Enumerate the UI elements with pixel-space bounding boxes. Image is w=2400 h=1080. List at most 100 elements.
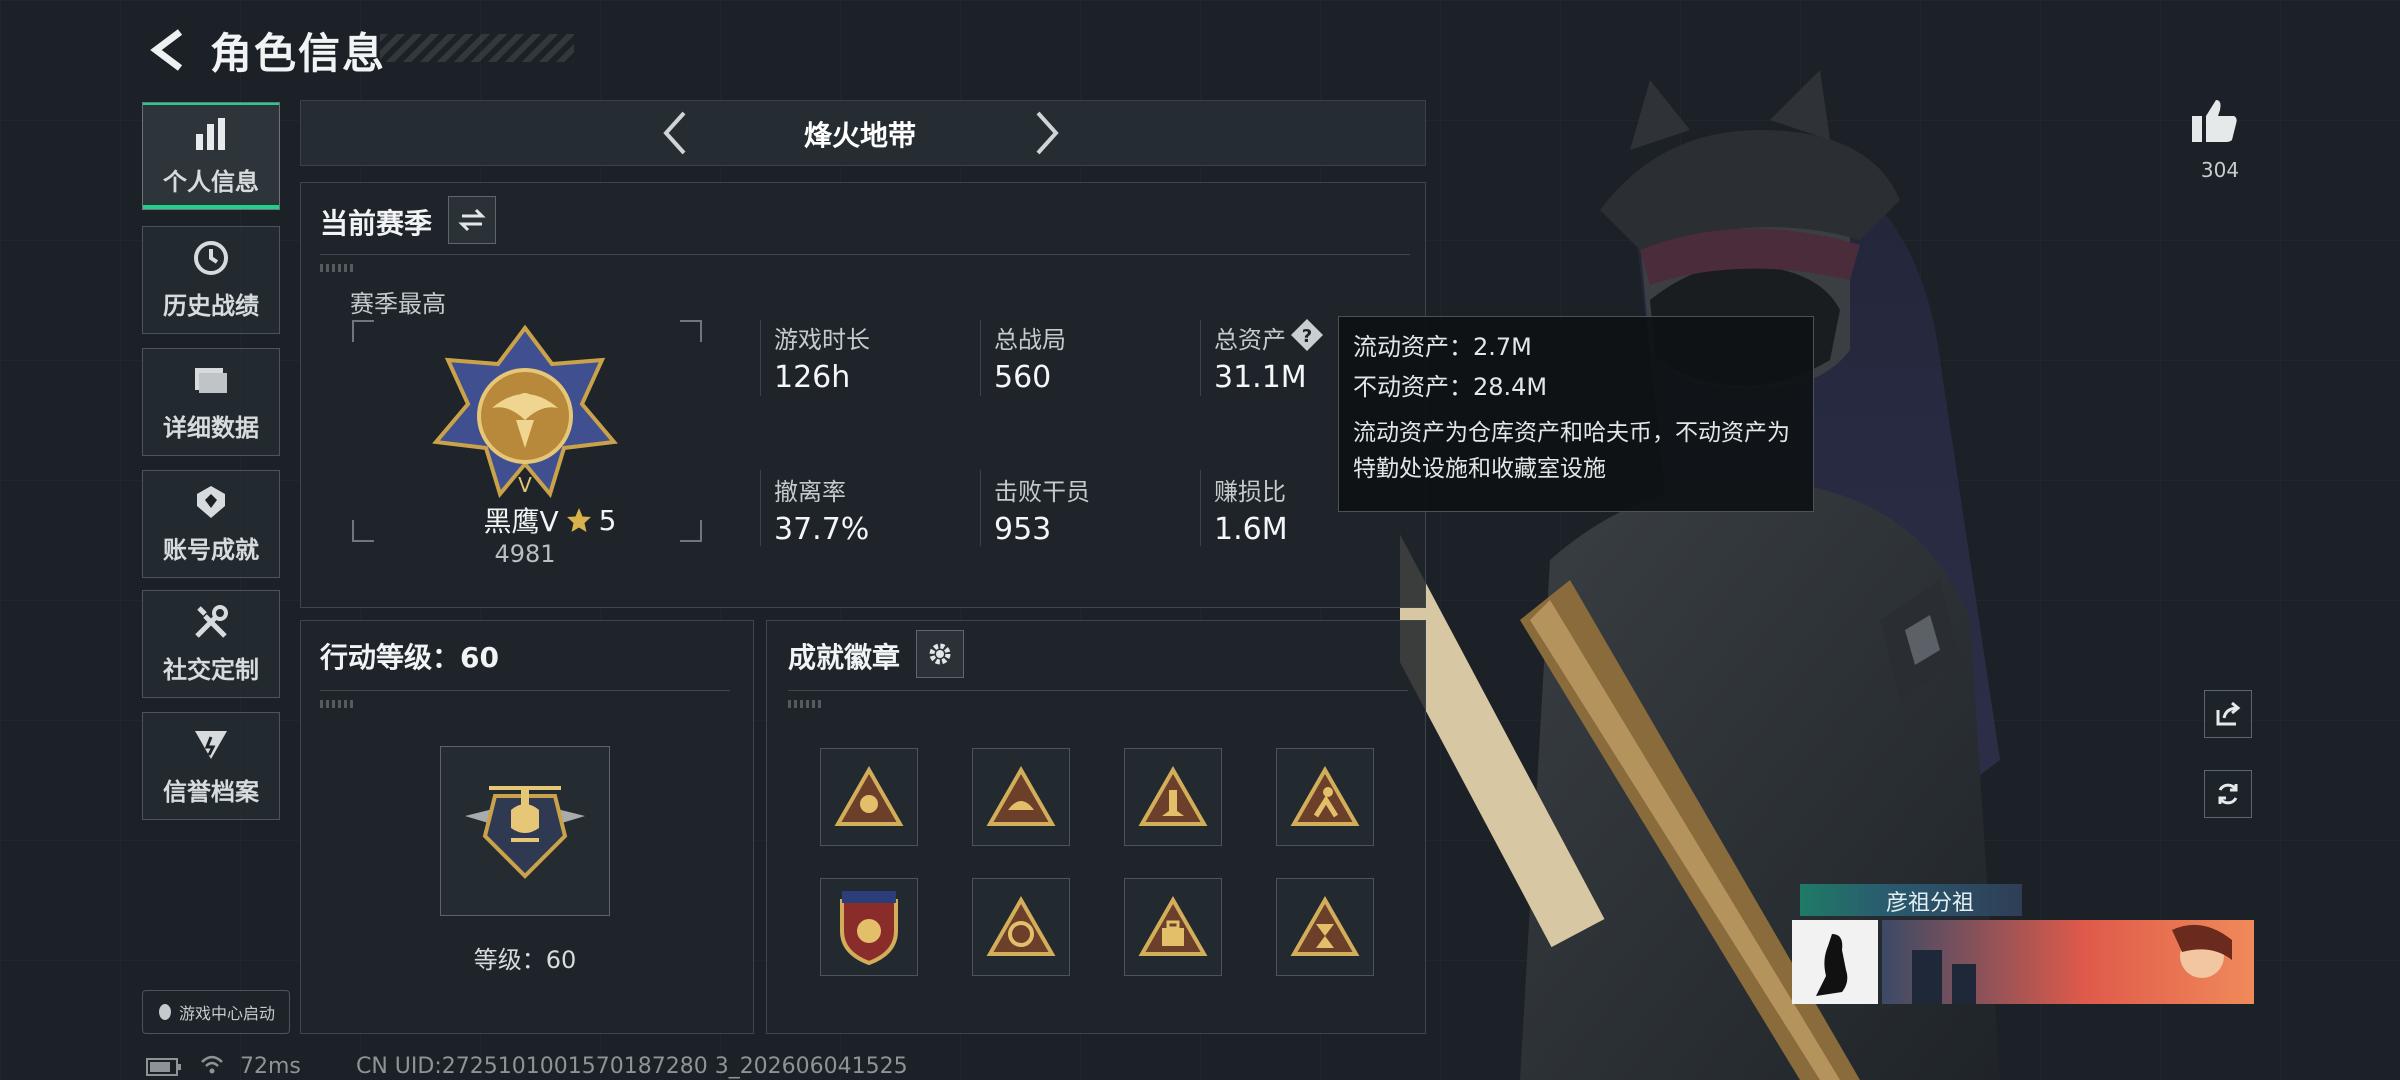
- badge-slot[interactable]: [820, 748, 918, 846]
- svg-text:?: ?: [1302, 326, 1312, 347]
- sidebar-item-history[interactable]: 历史战绩: [142, 226, 280, 334]
- badge-slot[interactable]: [1124, 878, 1222, 976]
- sidebar-item-reputation[interactable]: 信誉档案: [142, 712, 280, 820]
- season-best-label: 赛季最高: [350, 290, 446, 318]
- badge-section-title: 成就徽章: [788, 641, 901, 674]
- badge-hourglass-icon: [1290, 896, 1360, 956]
- stat-divider: [980, 470, 981, 546]
- folder-data-icon: [193, 362, 229, 398]
- refresh-button[interactable]: [2204, 770, 2252, 818]
- badge-chef-icon: [834, 766, 904, 826]
- sidebar-item-label: 详细数据: [163, 413, 259, 442]
- rank-name: 黑鹰Ⅴ: [483, 505, 559, 538]
- level-divider: [320, 690, 730, 691]
- level-dots: [320, 700, 356, 708]
- badge-shield-icon: [840, 891, 898, 966]
- sidebar-item-label: 信誉档案: [163, 777, 259, 806]
- stat-extract-rate-value: 37.7%: [774, 512, 870, 547]
- stat-assets-label: 总资产: [1214, 326, 1286, 354]
- season-section-title: 当前赛季: [320, 207, 433, 240]
- game-center-launch-button[interactable]: 游戏中心启动: [142, 990, 290, 1034]
- sidebar-item-profile[interactable]: 个人信息: [142, 102, 280, 210]
- refresh-icon: [2218, 783, 2238, 805]
- badge-slot[interactable]: [1124, 748, 1222, 846]
- tooltip-liquid-assets: 流动资产：2.7M: [1353, 333, 1532, 361]
- stat-profit-ratio-value: 1.6M: [1214, 512, 1288, 547]
- badge-missile-icon: [1138, 766, 1208, 826]
- uid-text: CN UID:2725101001570187280 3_20260604152…: [356, 1054, 908, 1079]
- stat-divider: [760, 470, 761, 546]
- season-switch-button[interactable]: [448, 196, 496, 244]
- stat-profit-ratio-label: 赚损比: [1214, 478, 1286, 506]
- stat-matches-label: 总战局: [994, 326, 1066, 354]
- stat-kills-label: 击败干员: [994, 478, 1090, 506]
- back-button[interactable]: [140, 22, 196, 78]
- sidebar-item-label: 社交定制: [163, 655, 259, 684]
- badge-settings-button[interactable]: [916, 630, 964, 678]
- badge-bag-icon: [1138, 896, 1208, 956]
- badge-dots: [788, 700, 824, 708]
- rank-emblem-icon: V: [432, 324, 618, 499]
- sidebar-item-social[interactable]: 社交定制: [142, 590, 280, 698]
- help-icon[interactable]: ?: [1290, 318, 1324, 352]
- gear-icon: [929, 643, 951, 665]
- star-icon: [566, 508, 591, 532]
- rank-name-row: 黑鹰Ⅴ 5: [450, 500, 650, 540]
- chevron-right-icon: [1036, 111, 1059, 155]
- badge-scale-icon: [986, 896, 1056, 956]
- like-count: 304: [2200, 158, 2240, 182]
- assets-tooltip: 流动资产：2.7M 不动资产：28.4M 流动资产为仓库资产和哈夫币，不动资产为…: [1338, 316, 1814, 512]
- tooltip-fixed-assets: 不动资产：28.4M: [1353, 373, 1548, 401]
- sidebar-item-achievements[interactable]: 账号成就: [142, 470, 280, 578]
- stat-divider: [1200, 320, 1201, 396]
- level-text: 等级：60: [473, 946, 577, 974]
- battery-icon: [146, 1058, 181, 1076]
- stat-extract-rate-label: 撤离率: [774, 478, 846, 506]
- badge-slot[interactable]: [820, 878, 918, 976]
- stat-assets-value: 31.1M: [1214, 360, 1307, 395]
- game-center-label: 游戏中心启动: [178, 1004, 275, 1023]
- clock-history-icon: [193, 240, 229, 276]
- helicopter-emblem-icon: [465, 786, 585, 879]
- bar-chart-icon: [193, 116, 229, 152]
- tooltip-description: 流动资产为仓库资产和哈夫币，不动资产为特勤处设施和收藏室设施: [1353, 420, 1790, 482]
- level-section-title: 行动等级：60: [320, 641, 499, 674]
- badge-helmet-icon: [986, 766, 1056, 826]
- share-button[interactable]: [2204, 690, 2252, 738]
- badge-slot[interactable]: [972, 748, 1070, 846]
- title-decoration: [380, 34, 574, 62]
- player-name: 彦祖分祖: [1885, 891, 1974, 916]
- back-arrow-icon: [150, 29, 183, 71]
- mode-prev-button[interactable]: [650, 108, 700, 158]
- season-dots: [320, 264, 356, 272]
- stat-matches-value: 560: [994, 360, 1052, 395]
- sidebar-item-details[interactable]: 详细数据: [142, 348, 280, 456]
- badge-slot[interactable]: [1276, 878, 1374, 976]
- reputation-emblem-icon: [193, 726, 229, 762]
- tools-icon: [193, 604, 229, 640]
- ping-text: 72ms: [240, 1054, 301, 1079]
- stat-divider: [760, 320, 761, 396]
- share-icon: [2216, 701, 2241, 726]
- badge-slot[interactable]: [972, 878, 1070, 976]
- mode-title: 烽火地带: [803, 119, 916, 152]
- like-icon[interactable]: [2190, 98, 2238, 144]
- achievement-badge-icon: [193, 484, 229, 520]
- stat-playtime-label: 游戏时长: [774, 326, 870, 354]
- stat-kills-value: 953: [994, 512, 1052, 547]
- sidebar-item-label: 个人信息: [163, 167, 259, 196]
- sidebar-item-label: 账号成就: [163, 535, 259, 564]
- season-divider: [320, 254, 1410, 255]
- stat-playtime-value: 126h: [774, 360, 851, 395]
- wifi-icon: [201, 1055, 223, 1074]
- chevron-left-icon: [663, 111, 686, 155]
- badge-slot[interactable]: [1276, 748, 1374, 846]
- qq-penguin-icon: [158, 1004, 171, 1020]
- badge-divider: [788, 690, 1408, 691]
- rank-stars: 5: [598, 503, 617, 537]
- swap-icon: [458, 208, 486, 232]
- stat-divider: [980, 320, 981, 396]
- stat-divider: [1200, 470, 1201, 546]
- level-emblem-frame: [440, 746, 610, 916]
- mode-next-button[interactable]: [1022, 108, 1072, 158]
